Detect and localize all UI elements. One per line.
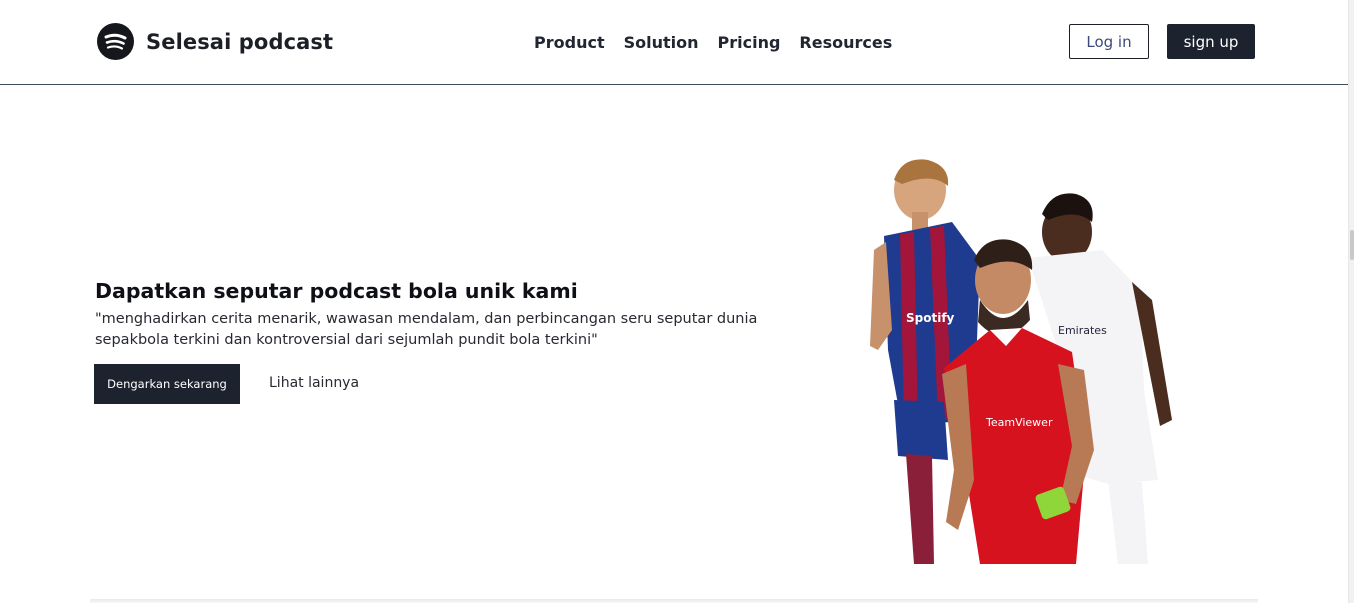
listen-now-button[interactable]: Dengarkan sekarang: [94, 364, 240, 404]
svg-text:Spotify: Spotify: [906, 311, 955, 325]
main-nav: Product Solution Pricing Resources: [534, 33, 911, 52]
nav-pricing[interactable]: Pricing: [718, 33, 781, 52]
login-button[interactable]: Log in: [1069, 24, 1149, 59]
page-scrollbar[interactable]: [1348, 0, 1354, 603]
spotify-logo-icon: [97, 23, 134, 60]
section-divider: [90, 599, 1258, 603]
scrollbar-thumb[interactable]: [1350, 230, 1354, 260]
nav-resources[interactable]: Resources: [799, 33, 892, 52]
svg-text:TeamViewer: TeamViewer: [985, 416, 1053, 429]
see-more-link[interactable]: Lihat lainnya: [269, 375, 359, 391]
brand-name: Selesai podcast: [146, 29, 334, 54]
nav-solution[interactable]: Solution: [624, 33, 699, 52]
hero-title: Dapatkan seputar podcast bola unik kami: [95, 279, 578, 303]
top-navbar: Selesai podcast Product Solution Pricing…: [0, 0, 1350, 85]
brand-logo[interactable]: Selesai podcast: [97, 23, 333, 60]
svg-text:Emirates: Emirates: [1058, 324, 1107, 337]
nav-product[interactable]: Product: [534, 33, 605, 52]
hero-description: "menghadirkan cerita menarik, wawasan me…: [95, 311, 758, 348]
football-players-image: Spotify Emirates TeamViewer: [862, 150, 1197, 564]
signup-button[interactable]: sign up: [1167, 24, 1255, 59]
